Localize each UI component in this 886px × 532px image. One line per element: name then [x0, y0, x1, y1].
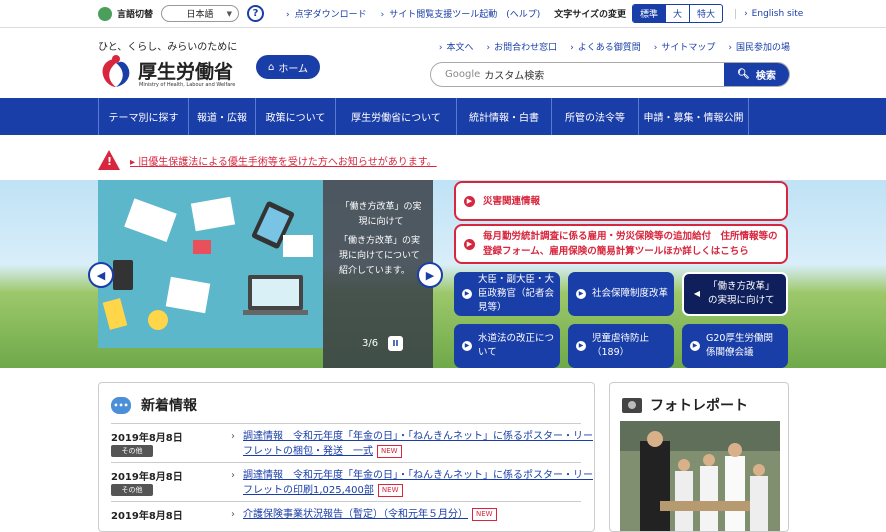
news-item: 2019年8月8日 介護保険事業状況報告（暫定）（令和元年５月分）NEW — [111, 501, 581, 531]
alert-link[interactable]: 旧優生保護法による優生手術等を受けた方へお知らせがあります。 — [130, 153, 437, 168]
news-date: 2019年8月8日 — [111, 511, 183, 522]
mhlw-logo-icon[interactable] — [98, 53, 134, 89]
arrow-right-icon: ▶ — [576, 341, 586, 351]
site-header: ひと、くらし、みらいのために 厚生労働省 Ministry of Health,… — [0, 28, 886, 98]
search-button[interactable]: 🔍︎ 検索 — [724, 63, 789, 86]
home-button[interactable]: ⌂ ホーム — [256, 55, 320, 79]
disaster-info-button[interactable]: ▶ 災害関連情報 — [454, 181, 788, 221]
news-link[interactable]: 介護保険事業状況報告（暫定）（令和元年５月分）NEW — [231, 507, 593, 522]
news-category: その他 — [111, 445, 153, 457]
news-panel: ••• 新着情報 2019年8月8日 その他 調達情報 令和元年度「年金の日」・「… — [98, 382, 595, 532]
search-icon: 🔍︎ — [737, 69, 750, 80]
accessibility-tool-link[interactable]: サイト閲覧支援ツール起動 (ヘルプ) — [381, 7, 540, 20]
arrow-right-icon: ▶ — [464, 195, 475, 207]
arrow-right-icon: ▶ — [690, 341, 700, 351]
news-category: その他 — [111, 484, 153, 496]
search-input[interactable]: Google カスタム検索 — [431, 63, 724, 86]
tile-g20[interactable]: ▶ G20厚生労働関係閣僚会議 — [682, 324, 788, 368]
carousel-prev-icon[interactable]: ◀ — [88, 262, 114, 288]
logo-name[interactable]: 厚生労働省 — [138, 57, 233, 84]
new-badge: NEW — [377, 444, 402, 458]
header-links: 本文へ お問合わせ窓口 よくある御質問 サイトマップ 国民参加の場 — [439, 40, 790, 53]
photo-report-title: フォトレポート — [650, 398, 748, 414]
carousel: 「働き方改革」の実現に向けて 「働き方改革」の実現に向けてについて紹介しています… — [98, 180, 433, 368]
news-link[interactable]: 調達情報 令和元年度「年金の日」・「ねんきんネット」に係るポスター・リーフレット… — [231, 468, 593, 498]
pause-icon[interactable]: II — [388, 336, 403, 351]
speech-bubble-icon: ••• — [111, 396, 131, 414]
nav-laws[interactable]: 所管の法令等 — [552, 98, 639, 135]
braille-download-link[interactable]: 点字ダウンロード — [286, 7, 367, 20]
sitemap-link[interactable]: サイトマップ — [654, 40, 715, 53]
arrow-right-icon: ▶ — [462, 341, 472, 351]
utility-links: 点字ダウンロード サイト閲覧支援ツール起動 (ヘルプ) — [286, 7, 541, 20]
new-badge: NEW — [472, 507, 497, 521]
news-item: 2019年8月8日 その他 調達情報 令和元年度「年金の日」・「ねんきんネット」… — [111, 423, 593, 465]
english-site-link[interactable]: English site — [735, 8, 803, 19]
warning-icon: ! — [98, 150, 120, 170]
news-date: 2019年8月8日 — [111, 433, 183, 444]
news-item: 2019年8月8日 その他 調達情報 令和元年度「年金の日」・「ねんきんネット」… — [111, 462, 593, 504]
nav-about[interactable]: 厚生労働省について — [336, 98, 457, 135]
nav-policy[interactable]: 政策について — [256, 98, 336, 135]
news-link[interactable]: 調達情報 令和元年度「年金の日」・「ねんきんネット」に係るポスター・リーフレット… — [231, 429, 593, 459]
tile-work-style-reform[interactable]: ◀ 「働き方改革」の実現に向けて — [682, 272, 788, 316]
tile-social-security[interactable]: ▶ 社会保障制度改革 — [568, 272, 674, 316]
font-size-large[interactable]: 大 — [665, 5, 689, 22]
tile-child-abuse[interactable]: ▶ 児童虐待防止（189） — [568, 324, 674, 368]
tagline: ひと、くらし、みらいのために — [98, 42, 238, 53]
carousel-counter: 3/6 — [362, 338, 379, 349]
chevron-down-icon: ▼ — [226, 9, 233, 18]
skip-to-content-link[interactable]: 本文へ — [439, 40, 473, 53]
new-badge: NEW — [377, 483, 403, 497]
globe-icon — [98, 6, 112, 21]
camera-icon — [622, 397, 642, 413]
font-size-label: 文字サイズの変更 — [554, 10, 627, 20]
nav-theme[interactable]: テーマ別に探す — [99, 98, 189, 135]
contact-link[interactable]: お問合わせ窓口 — [487, 40, 557, 53]
language-select[interactable]: 日本語 ▼ — [161, 5, 240, 22]
participation-link[interactable]: 国民参加の場 — [728, 40, 790, 53]
carousel-next-icon[interactable]: ▶ — [417, 262, 443, 288]
carousel-caption-body: 「働き方改革」の実現に向けてについて紹介しています。 — [339, 236, 421, 276]
faq-link[interactable]: よくある御質問 — [570, 40, 641, 53]
tile-water-law[interactable]: ▶ 水道法の改正について — [454, 324, 560, 368]
nav-press[interactable]: 報道・広報 — [189, 98, 256, 135]
utility-bar: 言語切替 日本語▼ ? 点字ダウンロード サイト閲覧支援ツール起動 (ヘルプ) … — [0, 0, 886, 28]
nav-applications[interactable]: 申請・募集・情報公開 — [639, 98, 749, 135]
font-size-xlarge[interactable]: 特大 — [689, 5, 722, 22]
news-date: 2019年8月8日 — [111, 472, 183, 483]
arrow-right-icon: ▶ — [576, 289, 586, 299]
global-nav: テーマ別に探す 報道・広報 政策について 厚生労働省について 統計情報・白書 所… — [0, 98, 886, 135]
additional-payment-button[interactable]: ▶ 毎月勤労統計調査に係る雇用・労災保険等の追加給付 住所情報等の登録フォーム、雇… — [454, 224, 788, 264]
news-title: 新着情報 — [141, 398, 197, 414]
tile-minister[interactable]: ▶ 大臣・副大臣・大臣政務官（記者会見等） — [454, 272, 560, 316]
carousel-image[interactable] — [98, 180, 323, 348]
language-label: 言語切替 — [117, 10, 154, 20]
search-box: Google カスタム検索 🔍︎ 検索 — [430, 62, 790, 87]
logo-english: Ministry of Health, Labour and Welfare — [139, 82, 236, 88]
home-icon: ⌂ — [267, 61, 275, 73]
arrow-left-icon: ◀ — [693, 289, 701, 298]
carousel-caption-title: 「働き方改革」の実現に向けて — [340, 202, 422, 227]
hero-area: 「働き方改革」の実現に向けて 「働き方改革」の実現に向けてについて紹介しています… — [0, 180, 886, 368]
alert-banner: ! 旧優生保護法による優生手術等を受けた方へお知らせがあります。 — [98, 150, 437, 170]
photo-report-panel: フォトレポート — [609, 382, 789, 532]
font-size-switcher: 標準 大 特大 — [632, 4, 724, 23]
photo-report-image[interactable] — [620, 421, 780, 531]
help-icon[interactable]: ? — [247, 5, 265, 22]
font-size-standard[interactable]: 標準 — [633, 5, 666, 22]
nav-statistics[interactable]: 統計情報・白書 — [457, 98, 552, 135]
arrow-right-icon: ▶ — [464, 238, 475, 250]
arrow-right-icon: ▶ — [462, 289, 472, 299]
